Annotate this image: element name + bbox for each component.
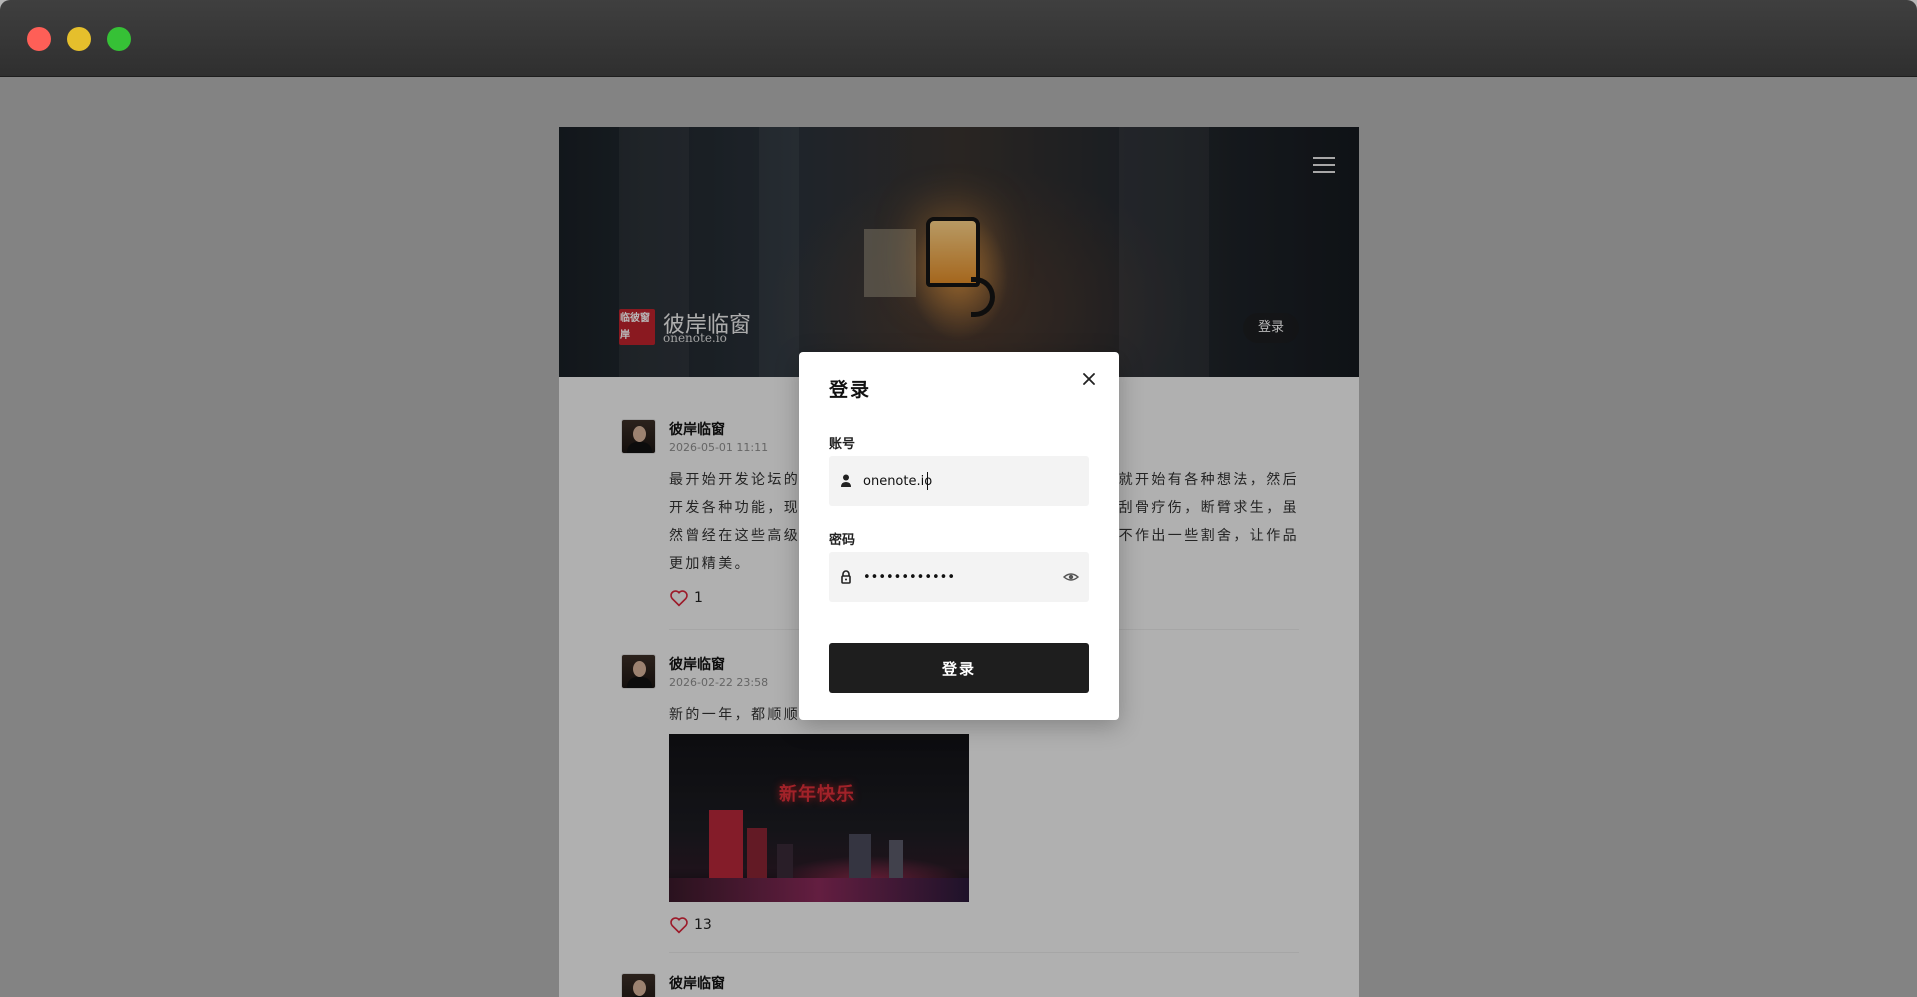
close-icon[interactable] [1079, 369, 1099, 389]
window-titlebar [0, 0, 1917, 77]
text-caret [927, 472, 928, 490]
account-label: 账号 [829, 437, 856, 452]
modal-title: 登录 [829, 379, 872, 401]
minimize-window-button[interactable] [67, 27, 91, 51]
lock-icon [841, 570, 851, 584]
password-field[interactable] [829, 552, 1089, 602]
close-window-button[interactable] [27, 27, 51, 51]
password-label: 密码 [829, 533, 856, 548]
login-modal: 登录 账号 密码 [799, 352, 1119, 720]
login-submit-button[interactable]: 登录 [829, 643, 1089, 693]
password-input[interactable] [863, 552, 1063, 602]
account-input[interactable] [863, 456, 1063, 506]
eye-icon[interactable] [1063, 569, 1079, 585]
account-field[interactable] [829, 456, 1089, 506]
browser-viewport: 临彼窗岸 彼岸临窗 onenote.io 登录 彼岸临窗 2026-05-01 … [0, 77, 1917, 997]
maximize-window-button[interactable] [107, 27, 131, 51]
user-icon [841, 474, 851, 487]
